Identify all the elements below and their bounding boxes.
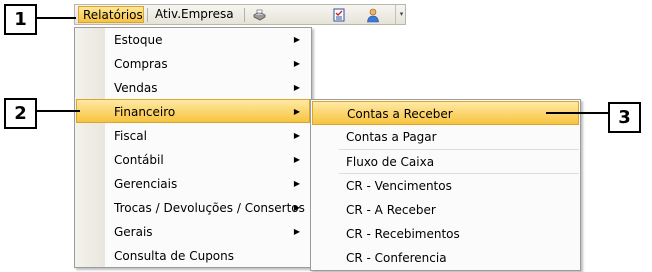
menu-item-consulta-de-cupons[interactable]: Consulta de Cupons [76, 244, 310, 268]
menu-item-label: Compras [114, 57, 168, 71]
submenu-item-label: Contas a Receber [347, 107, 453, 121]
submenu-item-label: CR - Recebimentos [346, 227, 460, 241]
submenu-arrow-icon: ▶ [293, 131, 300, 140]
submenu-arrow-icon: ▶ [293, 155, 300, 164]
callout-1: 1 [4, 4, 37, 35]
menu-item-label: Vendas [114, 81, 158, 95]
menu-item-estoque[interactable]: Estoque ▶ [76, 28, 310, 52]
menu-item-label: Consulta de Cupons [114, 249, 235, 263]
submenu-arrow-icon: ▶ [293, 107, 300, 116]
menu-item-financeiro[interactable]: Financeiro ▶ [76, 99, 310, 123]
submenu-item-cr-conferencia[interactable]: CR - Conferencia [312, 246, 579, 270]
submenu-arrow-icon: ▶ [293, 203, 300, 212]
submenu-item-cr-recebimentos[interactable]: CR - Recebimentos [312, 222, 579, 246]
callout-3-leader-line [546, 112, 609, 114]
menu-toolbar: Relatórios Ativ.Empresa ▾ [74, 4, 406, 25]
submenu-item-cr-vencimentos[interactable]: CR - Vencimentos [312, 174, 579, 198]
submenu-item-label: Fluxo de Caixa [346, 155, 435, 169]
submenu-item-fluxo-de-caixa[interactable]: Fluxo de Caixa [312, 150, 579, 174]
menu-item-vendas[interactable]: Vendas ▶ [76, 76, 310, 100]
menu-item-contabil[interactable]: Contábil ▶ [76, 148, 310, 172]
toolbar-separator [147, 8, 148, 22]
menu-item-compras[interactable]: Compras ▶ [76, 52, 310, 76]
submenu-item-contas-a-receber[interactable]: Contas a Receber [312, 101, 579, 125]
menu-item-label: Contábil [114, 153, 164, 167]
submenu-item-label: CR - Conferencia [346, 251, 447, 265]
toolbar-separator [244, 8, 245, 22]
checklist-icon[interactable] [331, 7, 347, 23]
submenu-item-label: CR - Vencimentos [346, 179, 452, 193]
menu-item-label: Fiscal [114, 129, 147, 143]
menu-item-label: Gerenciais [114, 177, 178, 191]
menu-item-gerais[interactable]: Gerais ▶ [76, 220, 310, 244]
toolbar-overflow-chevron-icon[interactable]: ▾ [395, 5, 407, 24]
submenu-item-label: CR - A Receber [346, 203, 436, 217]
menu-item-trocas-devolucoes-consertos[interactable]: Trocas / Devoluções / Consertos ▶ [76, 196, 310, 220]
relatorios-dropdown-menu: Estoque ▶ Compras ▶ Vendas ▶ Financeiro … [74, 27, 312, 268]
callout-2-leader-line [36, 110, 80, 112]
menu-item-label: Financeiro [114, 105, 176, 119]
submenu-arrow-icon: ▶ [293, 227, 300, 236]
submenu-arrow-icon: ▶ [293, 59, 300, 68]
menu-item-label: Trocas / Devoluções / Consertos [114, 201, 305, 215]
menu-item-label: Gerais [114, 225, 153, 239]
menu-item-fiscal[interactable]: Fiscal ▶ [76, 124, 310, 148]
submenu-item-cr-a-receber[interactable]: CR - A Receber [312, 198, 579, 222]
submenu-arrow-icon: ▶ [293, 35, 300, 44]
menu-item-label: Estoque [114, 33, 163, 47]
submenu-item-label: Contas a Pagar [346, 130, 437, 144]
callout-2: 2 [4, 98, 37, 129]
printer-icon[interactable] [251, 7, 267, 23]
submenu-arrow-icon: ▶ [293, 179, 300, 188]
callout-1-leader-line [36, 17, 76, 19]
submenu-arrow-icon: ▶ [293, 83, 300, 92]
menu-item-gerenciais[interactable]: Gerenciais ▶ [76, 172, 310, 196]
financeiro-submenu: Contas a Receber Contas a Pagar Fluxo de… [310, 99, 581, 271]
relatorios-menu-button[interactable]: Relatórios [78, 6, 144, 23]
callout-3: 3 [608, 102, 641, 133]
submenu-item-contas-a-pagar[interactable]: Contas a Pagar [312, 125, 579, 149]
user-icon[interactable] [365, 7, 381, 23]
